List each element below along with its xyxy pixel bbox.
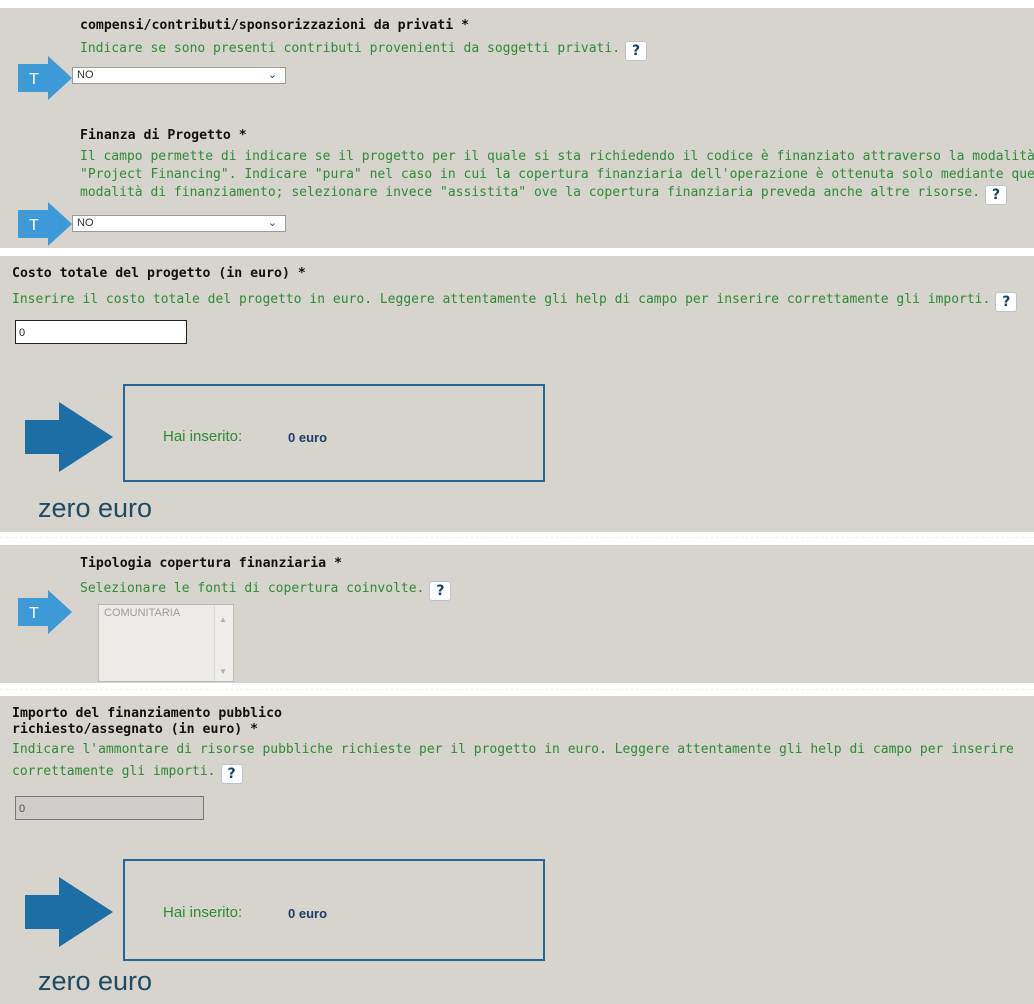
importo-help-line1: Indicare l'ammontare di risorse pubblich… <box>12 742 1014 757</box>
compensi-help-text: Indicare se sono presenti contributi pro… <box>80 41 621 56</box>
scroll-down-icon[interactable]: ▼ <box>219 667 227 676</box>
importo-amount-in-words: zero euro <box>38 966 153 996</box>
importo-title-line1: Importo del finanziamento pubblico <box>12 706 282 721</box>
type-t-label: T <box>29 605 39 622</box>
help-question-icon[interactable]: ? <box>429 581 452 601</box>
costo-title: Costo totale del progetto (in euro) * <box>12 266 306 281</box>
type-t-arrow-icon: T <box>18 202 72 246</box>
help-question-icon[interactable]: ? <box>985 185 1008 205</box>
tipologia-title: Tipologia copertura finanziaria * <box>80 556 343 571</box>
importo-result-box: Hai inserito: 0 euro <box>123 859 545 961</box>
chevron-down-icon: ⌄ <box>267 217 277 229</box>
finanza-select[interactable]: NO ⌄ <box>72 215 286 232</box>
type-t-arrow-icon: T <box>18 590 72 634</box>
importo-help-line2: correttamente gli importi. <box>12 764 216 779</box>
divider <box>0 537 1034 538</box>
costo-amount-in-words: zero euro <box>38 493 153 523</box>
compensi-title: compensi/contributi/sponsorizzazioni da … <box>80 18 470 33</box>
finanza-help-line2: "Project Financing". Indicare "pura" nel… <box>80 167 1034 182</box>
compensi-select[interactable]: NO ⌄ <box>72 67 286 84</box>
finanza-help-line1: Il campo permette di indicare se il prog… <box>80 149 1034 164</box>
finanza-title: Finanza di Progetto * <box>80 128 247 143</box>
costo-help: Inserire il costo totale del progetto in… <box>12 291 1018 312</box>
result-label: Hai inserito: <box>163 428 243 445</box>
tipologia-multiselect[interactable]: COMUNITARIA ▲ ▼ <box>98 604 234 682</box>
finanza-select-value: NO <box>77 217 94 229</box>
importo-input[interactable]: 0 <box>15 796 204 820</box>
help-question-icon[interactable]: ? <box>995 292 1018 312</box>
importo-help: Indicare l'ammontare di risorse pubblich… <box>12 741 1022 784</box>
result-label: Hai inserito: <box>163 904 243 921</box>
costo-result-box: Hai inserito: 0 euro <box>123 384 545 482</box>
type-t-arrow-icon: T <box>18 56 72 100</box>
costo-help-text: Inserire il costo totale del progetto in… <box>12 292 991 307</box>
importo-title-line2: richiesto/assegnato (in euro) * <box>12 722 259 737</box>
help-question-icon[interactable]: ? <box>625 41 648 61</box>
scroll-up-icon[interactable]: ▲ <box>219 615 227 624</box>
result-value: 0 euro <box>288 430 328 445</box>
type-t-label: T <box>29 217 39 234</box>
compensi-select-value: NO <box>77 69 94 81</box>
result-value: 0 euro <box>288 906 328 921</box>
finanza-help-line3: modalità di finanziamento; selezionare i… <box>80 185 981 200</box>
arrow-right-icon <box>25 402 113 472</box>
chevron-down-icon: ⌄ <box>267 69 277 81</box>
tipologia-help-text: Selezionare le fonti di copertura coinvo… <box>80 581 425 596</box>
tipologia-help: Selezionare le fonti di copertura coinvo… <box>80 580 452 601</box>
finanza-help: Il campo permette di indicare se il prog… <box>80 148 1034 205</box>
type-t-label: T <box>29 71 39 88</box>
listbox-scrollbar[interactable]: ▲ ▼ <box>214 605 233 681</box>
costo-input[interactable]: 0 <box>15 320 187 344</box>
divider <box>0 689 1034 690</box>
arrow-right-icon <box>25 877 113 947</box>
compensi-help: Indicare se sono presenti contributi pro… <box>80 40 648 61</box>
help-question-icon[interactable]: ? <box>220 764 243 784</box>
